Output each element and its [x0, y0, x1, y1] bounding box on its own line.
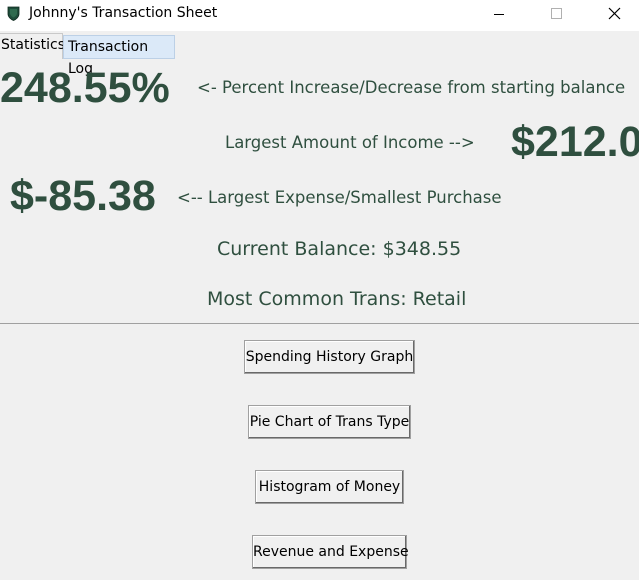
histogram-button[interactable]: Histogram of Money: [255, 470, 404, 504]
largest-income-label: Largest Amount of Income -->: [225, 133, 475, 152]
revenue-expense-button[interactable]: Revenue and Expense: [252, 535, 409, 569]
app-shield-icon: [7, 6, 20, 21]
section-divider: [0, 323, 639, 324]
close-button[interactable]: [590, 0, 636, 31]
largest-expense-value: $-85.38: [10, 172, 156, 220]
percent-change-label: <- Percent Increase/Decrease from starti…: [197, 78, 626, 97]
maximize-icon: [551, 8, 562, 19]
minimize-icon: [494, 14, 504, 15]
most-common-transaction-text: Most Common Trans: Retail: [207, 288, 467, 310]
percent-change-value: 248.55%: [0, 64, 170, 112]
largest-expense-label: <-- Largest Expense/Smallest Purchase: [177, 188, 502, 207]
pie-chart-button[interactable]: Pie Chart of Trans Type: [248, 405, 411, 439]
close-icon: [608, 7, 621, 20]
window-title: Johnny's Transaction Sheet: [29, 5, 218, 21]
title-bar: Johnny's Transaction Sheet: [0, 0, 639, 31]
current-balance-text: Current Balance: $348.55: [217, 238, 462, 260]
tab-statistics[interactable]: Statistics: [0, 33, 65, 59]
tab-transaction-log[interactable]: Transaction Log: [63, 35, 175, 77]
maximize-button[interactable]: [533, 0, 579, 31]
minimize-button[interactable]: [476, 0, 522, 31]
largest-income-value: $212.0: [511, 118, 639, 166]
spending-history-graph-button[interactable]: Spending History Graph: [244, 340, 415, 374]
